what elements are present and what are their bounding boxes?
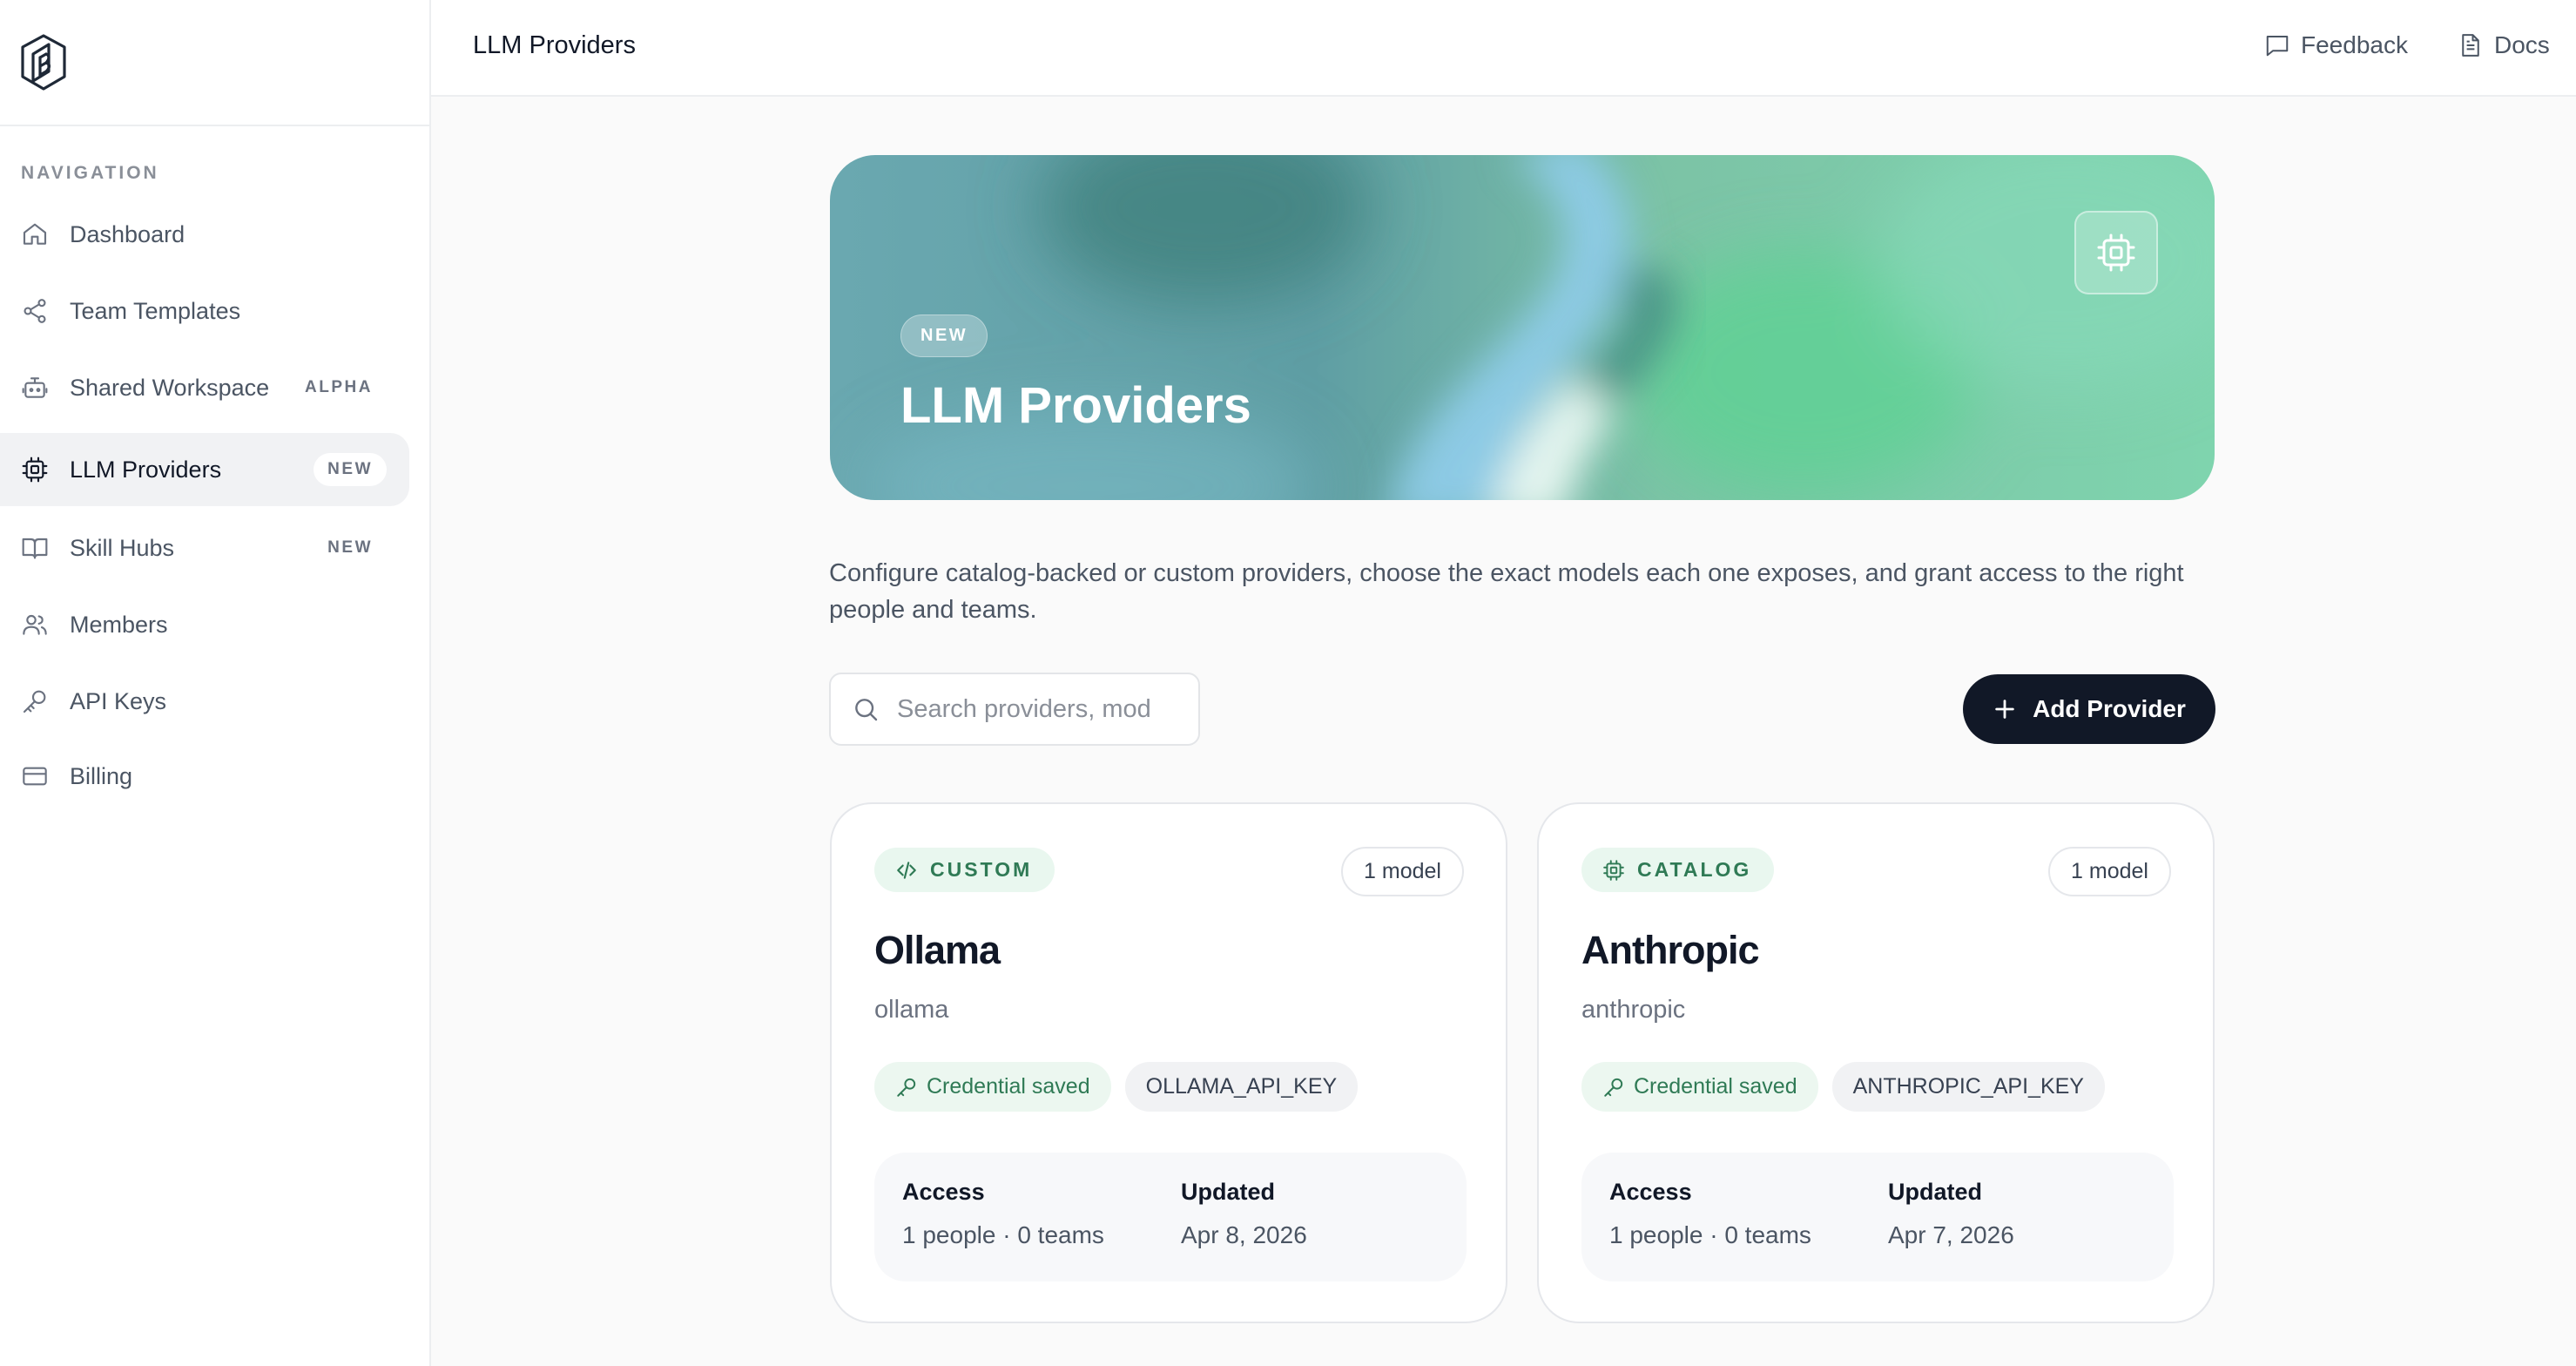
sidebar-item-label: Dashboard	[70, 220, 185, 247]
new-badge: NEW	[314, 453, 387, 486]
credit-card-icon	[23, 767, 47, 786]
access-value: 1 people · 0 teams	[902, 1221, 1104, 1248]
access-value: 1 people · 0 teams	[1609, 1221, 1811, 1248]
page-description: Configure catalog-backed or custom provi…	[829, 559, 2184, 624]
sidebar-item-label: Billing	[70, 762, 133, 789]
hero-title: LLM Providers	[900, 377, 1251, 434]
updated-value: Apr 8, 2026	[1181, 1221, 1307, 1248]
search-box[interactable]	[829, 673, 1200, 746]
search-icon	[855, 699, 878, 721]
provider-type-badge: CATALOG	[1581, 848, 1775, 892]
credential-status-chip: Credential saved	[1581, 1062, 1818, 1112]
provider-slug: anthropic	[1581, 996, 1686, 1024]
key-icon	[897, 1078, 916, 1097]
sidebar-item-api-keys[interactable]: API Keys	[0, 665, 409, 738]
sidebar-item-members[interactable]: Members	[0, 588, 409, 661]
sidebar-item-skill-hubs[interactable]: Skill Hubs NEW	[0, 511, 409, 585]
credential-status-label: Credential saved	[1634, 1074, 1797, 1099]
sidebar-item-label: Team Templates	[70, 297, 241, 324]
updated-label: Updated	[1888, 1179, 1982, 1205]
provider-type-label: CATALOG	[1637, 858, 1752, 881]
sidebar: NAVIGATION Dashboard Team Templates Shar…	[0, 0, 431, 1366]
top-bar: LLM Providers Feedback Docs	[431, 0, 2576, 97]
plus-icon	[1995, 700, 2014, 719]
hero-icon-tile	[2074, 211, 2158, 294]
provider-chips: Credential saved ANTHROPIC_API_KEY	[1581, 1062, 2105, 1112]
feedback-link[interactable]: Feedback	[2264, 31, 2408, 59]
docs-link[interactable]: Docs	[2458, 31, 2550, 59]
provider-name: Ollama	[874, 928, 1001, 972]
message-square-icon	[2266, 36, 2289, 57]
chip-icon	[22, 456, 48, 483]
hero-banner: NEW LLM Providers	[830, 155, 2215, 500]
sidebar-item-label: LLM Providers	[70, 456, 222, 483]
access-info: Access 1 people · 0 teams	[902, 1179, 1104, 1249]
provider-card-ollama[interactable]: CUSTOM 1 model Ollama ollama Credential …	[830, 802, 1507, 1323]
updated-info: Updated Apr 7, 2026	[1888, 1179, 2014, 1249]
model-count-badge: 1 model	[2048, 847, 2171, 896]
logo-area	[0, 0, 429, 126]
key-icon	[1604, 1078, 1623, 1097]
env-key-chip: OLLAMA_API_KEY	[1124, 1062, 1359, 1112]
nav-heading: NAVIGATION	[21, 163, 159, 183]
chip-icon	[2097, 233, 2135, 272]
document-icon	[2462, 34, 2479, 57]
users-icon	[23, 614, 47, 635]
provider-card-anthropic[interactable]: CATALOG 1 model Anthropic anthropic Cred…	[1537, 802, 2215, 1323]
sidebar-item-label: Members	[70, 611, 168, 638]
model-count-badge: 1 model	[1341, 847, 1464, 896]
search-input[interactable]	[897, 694, 1150, 724]
chip-icon	[1603, 859, 1624, 881]
sidebar-item-label: Shared Workspace	[70, 374, 270, 401]
updated-label: Updated	[1181, 1179, 1275, 1205]
add-provider-button[interactable]: Add Provider	[1963, 674, 2215, 744]
sidebar-item-llm-providers[interactable]: LLM Providers NEW	[0, 433, 409, 506]
updated-info: Updated Apr 8, 2026	[1181, 1179, 1307, 1249]
key-icon	[23, 690, 46, 713]
access-label: Access	[902, 1179, 985, 1205]
code-icon	[897, 861, 916, 879]
sidebar-item-label: API Keys	[70, 687, 167, 714]
access-label: Access	[1609, 1179, 1692, 1205]
access-info: Access 1 people · 0 teams	[1609, 1179, 1811, 1249]
provider-meta: Access 1 people · 0 teams Updated Apr 8,…	[874, 1153, 1467, 1281]
provider-chips: Credential saved OLLAMA_API_KEY	[874, 1062, 1359, 1112]
share-icon	[24, 299, 46, 323]
page-title: LLM Providers	[473, 31, 636, 59]
credential-status-label: Credential saved	[927, 1074, 1090, 1099]
sidebar-item-billing[interactable]: Billing	[0, 740, 409, 813]
provider-slug: ollama	[874, 996, 949, 1024]
alpha-badge: ALPHA	[305, 378, 373, 396]
provider-name: Anthropic	[1581, 928, 1759, 972]
provider-type-label: CUSTOM	[930, 858, 1033, 881]
home-icon	[23, 223, 47, 245]
docs-label: Docs	[2494, 31, 2550, 58]
updated-value: Apr 7, 2026	[1888, 1221, 2014, 1248]
sidebar-item-label: Skill Hubs	[70, 534, 175, 561]
env-key-chip: ANTHROPIC_API_KEY	[1831, 1062, 2105, 1112]
credential-status-chip: Credential saved	[874, 1062, 1111, 1112]
add-provider-label: Add Provider	[2033, 695, 2186, 722]
feedback-label: Feedback	[2301, 31, 2408, 58]
hero-new-badge: NEW	[900, 314, 988, 357]
sidebar-item-shared-workspace[interactable]: Shared Workspace ALPHA	[0, 351, 409, 424]
sidebar-item-team-templates[interactable]: Team Templates	[0, 274, 409, 348]
provider-meta: Access 1 people · 0 teams Updated Apr 7,…	[1581, 1153, 2174, 1281]
app-logo-icon[interactable]	[19, 33, 68, 92]
new-badge: NEW	[327, 538, 373, 557]
sidebar-item-dashboard[interactable]: Dashboard	[0, 198, 409, 271]
bot-icon	[22, 377, 48, 398]
book-icon	[22, 538, 48, 559]
provider-type-badge: CUSTOM	[874, 848, 1055, 892]
hero-gradient-background	[830, 155, 2215, 500]
